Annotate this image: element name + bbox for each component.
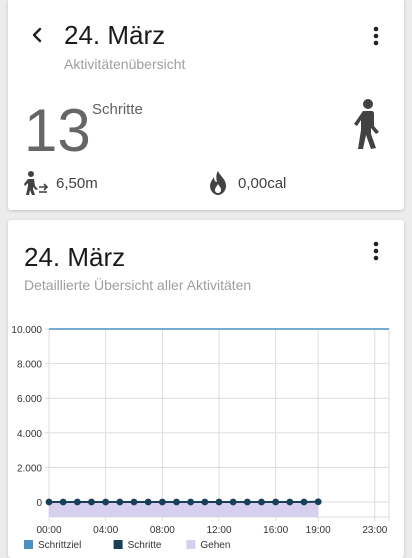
series-schritte-point (286, 498, 294, 506)
series-schritte-point (144, 498, 152, 506)
steps-label: Schritte (92, 101, 143, 118)
series-schritte-point (187, 498, 195, 506)
activity-summary-card: 24. März Aktivitätenübersicht 13 Schritt… (8, 0, 404, 210)
y-tick-label: 2.000 (17, 463, 42, 474)
x-tick-label: 19:00 (306, 525, 331, 536)
detail-overflow-menu-button[interactable] (364, 239, 388, 263)
series-schritte-point (59, 498, 67, 506)
page-title: 24. März (64, 20, 166, 50)
legend-label: Gehen (200, 540, 230, 551)
series-schritte-point (130, 498, 138, 506)
y-tick-label: 8.000 (17, 360, 42, 371)
legend-label: Schritte (128, 540, 162, 551)
steps-count: 13 (24, 97, 91, 164)
flame-icon (210, 171, 226, 195)
series-schritte-point (173, 498, 180, 506)
x-tick-label: 23:00 (362, 525, 387, 536)
series-schritte-point (88, 498, 95, 506)
series-schritte-point (215, 498, 223, 506)
series-schritte-point (243, 498, 251, 506)
series-schritte-point (300, 498, 308, 506)
more-vert-icon (373, 26, 379, 46)
distance-walk-icon (24, 171, 49, 195)
series-schritte-point (258, 498, 265, 506)
x-tick-label: 08:00 (150, 525, 175, 536)
series-schritte-point (116, 498, 124, 506)
x-tick-label: 04:00 (93, 525, 118, 536)
legend-swatch (24, 540, 33, 549)
legend-swatch (113, 540, 123, 549)
x-tick-label: 00:00 (36, 525, 61, 536)
y-tick-label: 6.000 (17, 394, 42, 405)
series-schritte-point (229, 498, 237, 506)
series-schritte-point (314, 498, 322, 506)
y-tick-label: 4.000 (17, 429, 42, 440)
x-tick-label: 16:00 (263, 525, 288, 536)
page-subtitle: Aktivitätenübersicht (64, 56, 186, 72)
overflow-menu-button[interactable] (364, 24, 388, 48)
calories-value: 0,00cal (238, 175, 287, 192)
y-tick-label: 10.000 (11, 325, 42, 336)
more-vert-icon (373, 241, 379, 261)
back-arrow-icon (32, 27, 42, 43)
legend-label: Schrittziel (38, 540, 81, 551)
legend-swatch (186, 540, 196, 549)
activity-chart: 10.000 8.000 6.000 4.000 2.000 0 00:00 04:00 08:… (11, 325, 390, 551)
series-schritte-point (201, 498, 209, 506)
series-schritte-point (73, 498, 81, 506)
series-schritte-point (158, 498, 166, 506)
detail-title: 24. März (24, 242, 126, 272)
series-schritte-point (272, 498, 280, 506)
series-schritte-point (45, 498, 53, 506)
activity-detail-card: 24. März Detaillierte Übersicht aller Ak… (8, 220, 404, 558)
series-schritte-point (102, 498, 110, 506)
back-button[interactable] (24, 22, 50, 48)
distance-value: 6,50m (56, 175, 98, 192)
x-tick-label: 12:00 (206, 525, 231, 536)
walking-person-icon (354, 99, 379, 149)
y-tick-label: 0 (36, 498, 42, 509)
detail-subtitle: Detaillierte Übersicht aller Aktivitäten (24, 277, 252, 293)
